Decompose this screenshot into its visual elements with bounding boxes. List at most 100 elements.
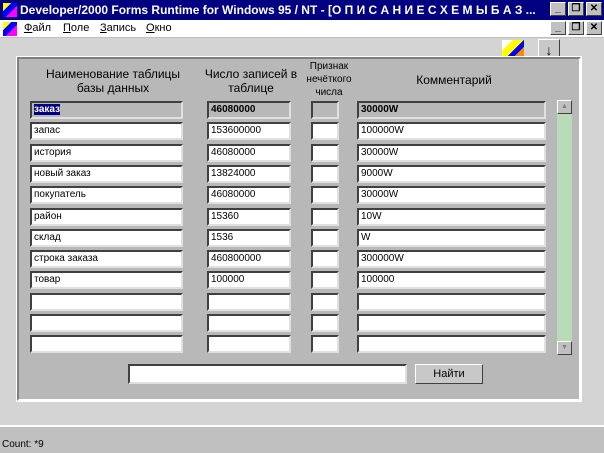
name-field[interactable]: район [30, 207, 183, 226]
comment-field[interactable]: 10W [357, 207, 546, 226]
name-field[interactable]: строка заказа [30, 250, 183, 269]
minimize-button[interactable]: _ [550, 2, 566, 16]
fuzzy-field[interactable] [311, 207, 339, 226]
count-value: 15360 [211, 210, 239, 222]
record-count: Count: *9 [2, 439, 44, 450]
count-value: 153600000 [211, 125, 262, 137]
name-value: новый заказ [34, 167, 91, 179]
name-value: покупатель [34, 189, 86, 201]
fuzzy-field[interactable] [311, 250, 339, 269]
menu-bar: Файл Поле Запись Окно _ ❐ ✕ [0, 20, 604, 38]
comment-field[interactable] [357, 292, 546, 311]
name-field[interactable]: заказ [30, 101, 183, 119]
window-title: Developer/2000 Forms Runtime for Windows… [20, 3, 536, 17]
count-field[interactable]: 46080000 [207, 186, 291, 205]
name-field[interactable] [30, 335, 183, 354]
form-panel: Наименование таблицы базы данных Число з… [16, 56, 582, 402]
count-field[interactable]: 46080000 [207, 143, 291, 162]
fuzzy-field[interactable] [311, 314, 339, 332]
count-field[interactable] [207, 335, 291, 354]
fuzzy-field[interactable] [311, 186, 339, 205]
comment-field[interactable]: 100000 [357, 271, 546, 290]
header-name: Наименование таблицы базы данных [45, 67, 181, 95]
count-field[interactable] [207, 314, 291, 332]
search-input[interactable] [128, 364, 407, 384]
comment-value: 300000W [361, 253, 404, 265]
fuzzy-field[interactable] [311, 164, 339, 183]
name-value: строка заказа [34, 253, 98, 265]
app-icon [3, 3, 17, 17]
menu-file[interactable]: Файл [24, 22, 51, 34]
comment-field[interactable]: 30000W [357, 186, 546, 205]
doc-close-button[interactable]: ✕ [586, 21, 602, 35]
fuzzy-field[interactable] [311, 271, 339, 290]
header-fuzzy: Признак нечёткого числа [306, 61, 352, 98]
name-value: товар [34, 274, 61, 286]
count-field[interactable]: 100000 [207, 271, 291, 290]
fuzzy-field[interactable] [311, 292, 339, 311]
count-field[interactable]: 1536 [207, 228, 291, 247]
comment-value: 100000W [361, 125, 404, 137]
fuzzy-field[interactable] [311, 143, 339, 162]
header-comment: Комментарий [416, 73, 492, 87]
doc-restore-button[interactable]: ❐ [568, 21, 584, 35]
comment-value: 30000W [361, 104, 399, 115]
scrollbar[interactable]: ▲ ▼ [557, 100, 572, 355]
count-field[interactable]: 13824000 [207, 164, 291, 183]
fuzzy-field[interactable] [311, 335, 339, 354]
count-field[interactable]: 46080000 [207, 101, 291, 119]
name-field[interactable]: товар [30, 271, 183, 290]
count-field[interactable]: 15360 [207, 207, 291, 226]
scroll-up-button[interactable]: ▲ [557, 100, 572, 114]
comment-field[interactable]: 9000W [357, 164, 546, 183]
name-field[interactable]: склад [30, 228, 183, 247]
menu-window[interactable]: Окно [146, 22, 172, 34]
comment-value: 30000W [361, 189, 399, 201]
comment-field[interactable]: 30000W [357, 143, 546, 162]
count-value: 46080000 [211, 146, 256, 158]
count-value: 13824000 [211, 167, 256, 179]
status-bar: Count: *9 [0, 425, 604, 453]
comment-field[interactable]: 100000W [357, 122, 546, 141]
close-button[interactable]: ✕ [586, 2, 602, 16]
comment-field[interactable] [357, 335, 546, 354]
comment-field[interactable]: 300000W [357, 250, 546, 269]
doc-minimize-button[interactable]: _ [550, 21, 566, 35]
count-field[interactable]: 153600000 [207, 122, 291, 141]
fuzzy-field[interactable] [311, 122, 339, 141]
find-button[interactable]: Найти [415, 364, 483, 384]
count-value: 1536 [211, 231, 234, 243]
count-value: 46080000 [211, 189, 256, 201]
name-value: история [34, 146, 72, 158]
doc-icon [3, 22, 17, 36]
name-field[interactable]: покупатель [30, 186, 183, 205]
comment-value: 10W [361, 210, 382, 222]
name-field[interactable]: новый заказ [30, 164, 183, 183]
comment-field[interactable]: 30000W [357, 101, 546, 119]
restore-button[interactable]: ❐ [568, 2, 584, 16]
fuzzy-field[interactable] [311, 228, 339, 247]
comment-value: 100000 [361, 274, 395, 286]
title-bar: Developer/2000 Forms Runtime for Windows… [0, 0, 604, 20]
count-field[interactable]: 460800000 [207, 250, 291, 269]
name-field[interactable]: история [30, 143, 183, 162]
comment-field[interactable] [357, 314, 546, 332]
count-value: 46080000 [211, 104, 256, 115]
name-field[interactable]: запас [30, 122, 183, 141]
count-value: 100000 [211, 274, 245, 286]
header-count: Число записей в таблице [204, 67, 298, 95]
scroll-down-button[interactable]: ▼ [557, 341, 572, 355]
name-value: заказ [34, 104, 61, 115]
comment-field[interactable]: W [357, 228, 546, 247]
count-value: 460800000 [211, 253, 262, 265]
menu-field[interactable]: Поле [63, 22, 89, 34]
count-field[interactable] [207, 292, 291, 311]
name-value: район [34, 210, 62, 222]
menu-record[interactable]: Запись [100, 22, 136, 34]
comment-value: W [361, 231, 371, 243]
comment-value: 9000W [361, 167, 393, 179]
name-field[interactable] [30, 314, 183, 332]
fuzzy-field[interactable] [311, 101, 339, 119]
name-field[interactable] [30, 292, 183, 311]
name-value: склад [34, 231, 61, 243]
